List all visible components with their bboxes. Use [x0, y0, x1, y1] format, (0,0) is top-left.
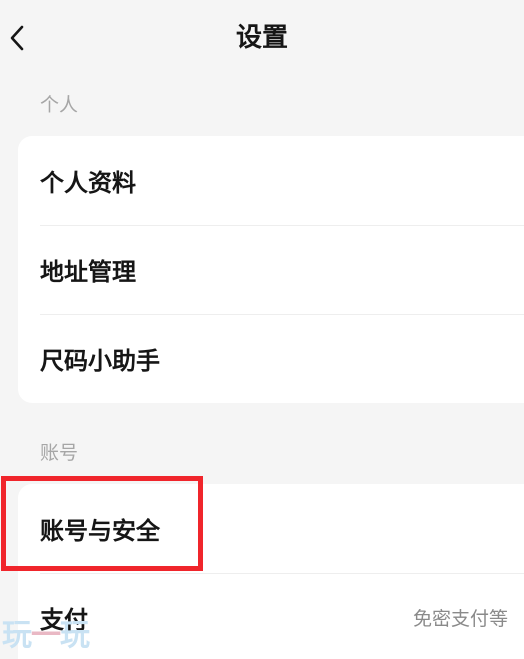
page-title: 设置: [235, 23, 288, 53]
settings-item-payment[interactable]: 支付 免密支付等: [18, 573, 524, 659]
watermark-char: 玩: [2, 618, 32, 653]
settings-item-label: 地址管理: [40, 258, 136, 286]
settings-item-size-helper[interactable]: 尺码小助手: [18, 314, 524, 403]
watermark-char: 玩: [60, 618, 90, 653]
settings-page: 设置 个人 个人资料 地址管理 尺码小助手 账号 账号与安全 支付 免密支付等 …: [0, 0, 524, 659]
settings-item-label: 个人资料: [40, 169, 136, 197]
section-label-personal: 个人: [40, 94, 79, 116]
settings-item-profile[interactable]: 个人资料: [18, 136, 524, 225]
account-settings-card: 账号与安全 支付 免密支付等: [18, 484, 524, 659]
watermark-char: 一: [31, 618, 61, 653]
section-label-account: 账号: [40, 442, 79, 464]
settings-item-value: 免密支付等: [412, 608, 508, 630]
top-nav-bar: 设置: [0, 0, 524, 80]
settings-item-account-security[interactable]: 账号与安全: [18, 484, 524, 573]
settings-item-label: 尺码小助手: [40, 347, 160, 375]
settings-item-label: 账号与安全: [40, 517, 160, 545]
personal-settings-card: 个人资料 地址管理 尺码小助手: [18, 136, 524, 403]
watermark-logo: 玩一玩: [2, 616, 90, 656]
settings-item-address[interactable]: 地址管理: [18, 225, 524, 314]
